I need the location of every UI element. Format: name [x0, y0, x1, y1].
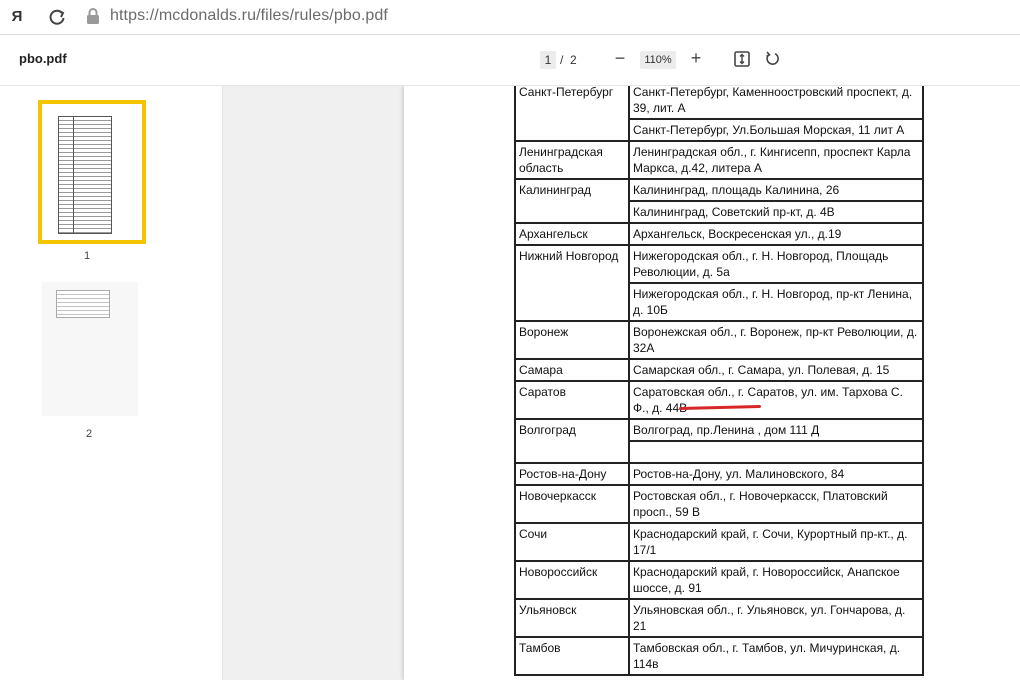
table-row: Новочеркасск Ростовская обл., г. Новочер…	[514, 484, 924, 524]
city-cell: Санкт-Петербург	[514, 86, 630, 142]
city-cell: Нижний Новгород	[514, 244, 630, 322]
address-cell: Самарская обл., г. Самара, ул. Полевая, …	[628, 358, 924, 382]
page-number-input[interactable]: 1	[540, 51, 556, 69]
city-cell: Новороссийск	[514, 560, 630, 600]
address-cell: Ульяновская обл., г. Ульяновск, ул. Гонч…	[628, 598, 924, 638]
address-cell: Краснодарский край, г. Новороссийск, Ана…	[628, 560, 924, 600]
address-cell: Ростов-на-Дону, ул. Малиновского, 84	[628, 462, 924, 486]
address-cell: Тамбовская обл., г. Тамбов, ул. Мичуринс…	[628, 636, 924, 676]
reload-icon[interactable]	[46, 6, 68, 28]
thumbnail-label: 2	[86, 428, 93, 440]
page-separator: /	[560, 53, 564, 67]
city-cell: Волгоград	[514, 418, 630, 464]
table-row: Новороссийск Краснодарский край, г. Ново…	[514, 560, 924, 600]
browser-address-bar: Я https://mcdonalds.ru/files/rules/pbo.p…	[0, 0, 1020, 35]
zoom-in-button[interactable]: +	[686, 49, 706, 69]
zoom-out-button[interactable]: −	[610, 49, 630, 69]
table-row: Нижний Новгород Нижегородская обл., г. Н…	[514, 244, 924, 322]
table-row: Ульяновск Ульяновская обл., г. Ульяновск…	[514, 598, 924, 638]
pdf-page: Санкт-Петербург Санкт-Петербург, Каменно…	[404, 86, 1020, 680]
table-row: Самара Самарская обл., г. Самара, ул. По…	[514, 358, 924, 382]
table-row: Тамбов Тамбовская обл., г. Тамбов, ул. М…	[514, 636, 924, 676]
address-cell: Нижегородская обл., г. Н. Новгород, Площ…	[628, 244, 924, 284]
rotate-icon[interactable]	[764, 50, 782, 68]
city-cell: Архангельск	[514, 222, 630, 246]
address-cell: Калининград, площадь Калинина, 26	[628, 178, 924, 202]
url-field[interactable]: https://mcdonalds.ru/files/rules/pbo.pdf	[110, 7, 388, 25]
address-cell: Калининград, Советский пр-кт, д. 4В	[628, 200, 924, 224]
city-cell-saratov: Саратов	[514, 380, 630, 420]
pdf-viewer[interactable]: Санкт-Петербург Санкт-Петербург, Каменно…	[223, 86, 1020, 680]
city-cell: Воронеж	[514, 320, 630, 360]
city-cell: Ульяновск	[514, 598, 630, 638]
table-row: Сочи Краснодарский край, г. Сочи, Курорт…	[514, 522, 924, 562]
address-table: Санкт-Петербург Санкт-Петербург, Каменно…	[514, 86, 924, 676]
city-cell: Самара	[514, 358, 630, 382]
address-cell: Санкт-Петербург, Ул.Большая Морская, 11 …	[628, 118, 924, 142]
address-cell-empty	[628, 440, 924, 464]
address-cell: Ленинградская обл., г. Кингисепп, проспе…	[628, 140, 924, 180]
zoom-level-input[interactable]: 110%	[640, 51, 676, 69]
city-cell: Ленинградская область	[514, 140, 630, 180]
thumbnail-label: 1	[84, 250, 91, 262]
city-cell: Тамбов	[514, 636, 630, 676]
address-cell: Нижегородская обл., г. Н. Новгород, пр-к…	[628, 282, 924, 322]
address-cell: Саратовская обл., г. Саратов, ул. им. Та…	[628, 380, 924, 420]
address-cell: Санкт-Петербург, Каменноостровский просп…	[628, 86, 924, 120]
table-row: Воронеж Воронежская обл., г. Воронеж, пр…	[514, 320, 924, 360]
table-row: Калининград Калининград, площадь Калинин…	[514, 178, 924, 224]
table-row: Саратов Саратовская обл., г. Саратов, ул…	[514, 380, 924, 420]
table-row: Санкт-Петербург Санкт-Петербург, Каменно…	[514, 86, 924, 142]
table-row: Ростов-на-Дону Ростов-на-Дону, ул. Малин…	[514, 462, 924, 486]
address-cell: Волгоград, пр.Ленина , дом 111 Д	[628, 418, 924, 442]
table-row: Волгоград Волгоград, пр.Ленина , дом 111…	[514, 418, 924, 464]
address-cell: Воронежская обл., г. Воронеж, пр-кт Рево…	[628, 320, 924, 360]
fit-page-icon[interactable]	[733, 50, 751, 68]
thumbnail-preview	[58, 116, 112, 234]
pdf-toolbar: pbo.pdf 1 / 2 − 110% +	[0, 35, 1020, 86]
page-total: 2	[570, 53, 577, 67]
address-cell: Архангельск, Воскресенская ул., д.19	[628, 222, 924, 246]
page-thumbnail-1[interactable]	[38, 100, 146, 244]
file-name: pbo.pdf	[19, 51, 67, 66]
lock-icon[interactable]	[86, 7, 100, 25]
address-cell: Краснодарский край, г. Сочи, Курортный п…	[628, 522, 924, 562]
thumbnail-preview	[56, 290, 110, 318]
city-cell: Новочеркасск	[514, 484, 630, 524]
table-row: Архангельск Архангельск, Воскресенская у…	[514, 222, 924, 246]
yandex-button[interactable]: Я	[6, 6, 28, 28]
city-cell: Ростов-на-Дону	[514, 462, 630, 486]
thumbnail-sidebar: 1 2	[0, 86, 223, 680]
table-row: Ленинградская область Ленинградская обл.…	[514, 140, 924, 180]
city-cell: Сочи	[514, 522, 630, 562]
city-cell: Калининград	[514, 178, 630, 224]
address-cell: Ростовская обл., г. Новочеркасск, Платов…	[628, 484, 924, 524]
page-thumbnail-2[interactable]	[42, 282, 138, 416]
